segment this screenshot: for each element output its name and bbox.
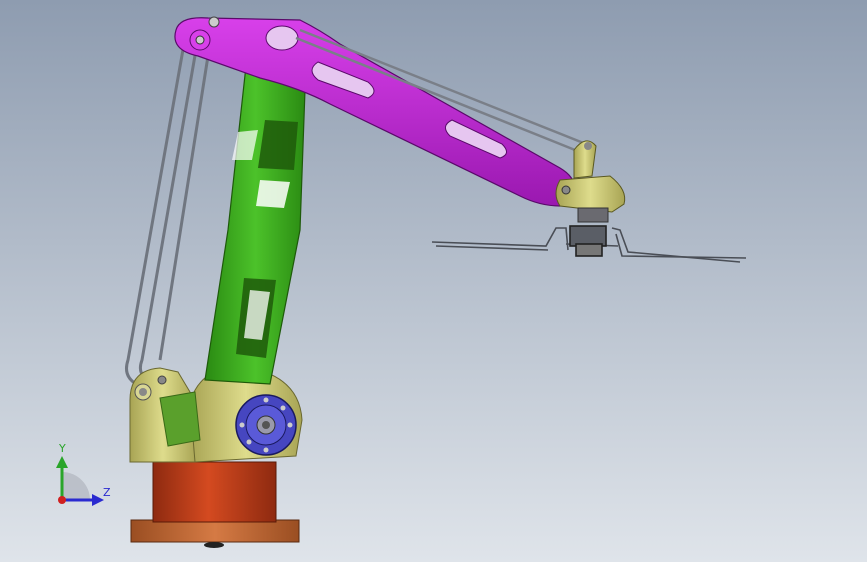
- model-canvas[interactable]: [0, 0, 867, 562]
- z-axis-label: Z: [103, 486, 111, 499]
- origin-point-icon: [58, 496, 66, 504]
- y-axis-label: Y: [59, 442, 66, 455]
- base-column[interactable]: [152, 461, 277, 523]
- cad-graphics-viewport[interactable]: Y Z: [0, 0, 867, 562]
- shoulder-motor-flange[interactable]: [235, 394, 297, 456]
